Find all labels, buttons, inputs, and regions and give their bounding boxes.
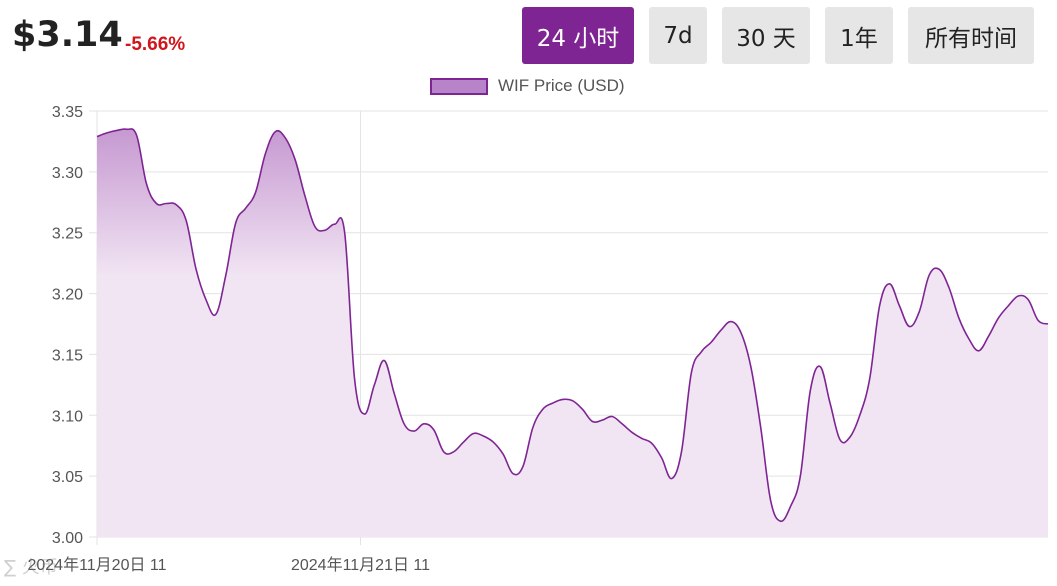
range-button-7d[interactable]: 7d xyxy=(649,7,707,64)
y-tick-label: 3.00 xyxy=(52,530,83,547)
x-tick-label: 2024年11月21日 11 xyxy=(291,556,430,574)
range-button-24h[interactable]: 24 小时 xyxy=(522,7,634,64)
range-button-30d[interactable]: 30 天 xyxy=(722,7,810,64)
y-axis-ticks: 3.00 3.05 3.10 3.15 3.20 3.25 3.30 3.35 xyxy=(52,104,83,547)
legend-label: WIF Price (USD) xyxy=(498,76,625,95)
x-axis-ticks: 2024年11月20日 11 2024年11月21日 11 xyxy=(27,556,430,574)
y-tick-label: 3.35 xyxy=(52,104,83,121)
price-change: -5.66% xyxy=(125,34,186,55)
range-button-all[interactable]: 所有时间 xyxy=(908,7,1034,64)
y-tick-label: 3.30 xyxy=(52,165,83,182)
watermark-logo: ∑ 火币 xyxy=(4,557,58,578)
chart-legend[interactable]: WIF Price (USD) xyxy=(430,76,625,96)
y-tick-label: 3.25 xyxy=(52,226,83,243)
legend-swatch xyxy=(430,77,488,95)
y-tick-label: 3.20 xyxy=(52,287,83,304)
y-tick-label: 3.05 xyxy=(52,469,83,486)
y-tick-label: 3.10 xyxy=(52,408,83,425)
area-fill xyxy=(97,128,1048,537)
current-price: $3.14 xyxy=(12,15,123,55)
y-tick-label: 3.15 xyxy=(52,347,83,364)
range-button-1y[interactable]: 1年 xyxy=(825,7,893,64)
